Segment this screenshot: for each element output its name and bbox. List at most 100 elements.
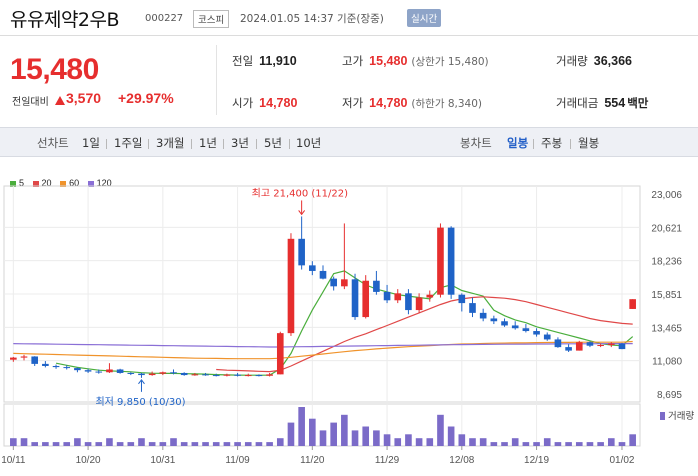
candle-body bbox=[148, 373, 156, 376]
volume-legend-label: 거래량 bbox=[668, 411, 695, 422]
candle-body bbox=[42, 363, 49, 366]
volume-bar bbox=[106, 438, 113, 446]
volume-bar bbox=[533, 442, 540, 446]
candle-body bbox=[618, 343, 626, 350]
candle-body bbox=[319, 270, 327, 279]
volume-bar bbox=[490, 442, 498, 446]
candle-body bbox=[554, 339, 562, 348]
volume-bar bbox=[287, 422, 295, 446]
candle-body bbox=[415, 297, 423, 311]
volume-bar bbox=[351, 430, 359, 446]
volume-bar bbox=[255, 442, 263, 446]
volume-bar bbox=[586, 442, 594, 446]
candle-body bbox=[31, 356, 39, 364]
y-axis: 23,006 20,621 18,236 15,851 13,465 11,080 8,69… bbox=[651, 190, 682, 401]
candle-body bbox=[10, 357, 17, 360]
volume-bar bbox=[511, 438, 519, 446]
volume-bar bbox=[266, 442, 273, 446]
y-tick-label: 23,006 bbox=[651, 190, 682, 201]
volume-swatch bbox=[660, 412, 665, 420]
volume-bar bbox=[405, 434, 412, 446]
x-tick-label: 01/02 bbox=[609, 455, 634, 466]
candle-body bbox=[437, 227, 444, 295]
volume-bar bbox=[74, 438, 81, 446]
volume-bar bbox=[554, 442, 562, 446]
candle-body bbox=[565, 347, 572, 351]
candle-body bbox=[116, 369, 124, 373]
y-tick-label: 15,851 bbox=[651, 290, 682, 301]
candle-body bbox=[405, 293, 412, 311]
x-tick-label: 11/09 bbox=[225, 455, 250, 466]
volume-bar bbox=[202, 442, 209, 446]
volume-bar bbox=[426, 438, 434, 446]
candle-body bbox=[159, 372, 167, 374]
high-annotation: 최고 21,400 (11/22) bbox=[252, 187, 348, 199]
volume-bar bbox=[127, 442, 135, 446]
candle-body bbox=[383, 291, 391, 301]
candle-body bbox=[276, 333, 284, 375]
volume-bar bbox=[223, 442, 231, 446]
candle-body bbox=[84, 370, 92, 372]
volume-bar bbox=[394, 438, 402, 446]
volume-bar bbox=[159, 442, 167, 446]
volume-bar bbox=[309, 418, 316, 446]
volume-bar bbox=[447, 426, 455, 446]
candle-body bbox=[330, 278, 337, 287]
candle-body bbox=[394, 293, 402, 301]
x-tick-label: 12/19 bbox=[524, 455, 549, 466]
candle-body bbox=[469, 303, 476, 313]
candle-body bbox=[575, 342, 583, 351]
candle-body bbox=[255, 375, 263, 377]
candle-body bbox=[501, 321, 508, 326]
candle-body bbox=[138, 373, 145, 376]
x-tick-label: 10/11 bbox=[1, 455, 26, 466]
volume-bar bbox=[373, 430, 380, 446]
candle-body bbox=[479, 312, 487, 319]
y-tick-label: 18,236 bbox=[651, 257, 682, 268]
candlestick-chart[interactable]: 23,006 20,621 18,236 15,851 13,465 11,080 8,69… bbox=[0, 0, 698, 476]
candle-body bbox=[223, 374, 231, 376]
volume-bar bbox=[191, 442, 199, 446]
volume-bar bbox=[95, 442, 103, 446]
candle-body bbox=[20, 356, 28, 358]
volume-bar bbox=[607, 438, 615, 446]
candle-body bbox=[52, 365, 60, 368]
volume-bar bbox=[618, 442, 626, 446]
volume-bar bbox=[383, 434, 391, 446]
candle-body bbox=[341, 279, 348, 287]
volume-bar bbox=[330, 422, 337, 446]
volume-bar bbox=[234, 442, 241, 446]
candle-body bbox=[447, 227, 455, 295]
volume-bar bbox=[341, 414, 348, 446]
candle-body bbox=[597, 345, 604, 347]
volume-bar bbox=[362, 426, 370, 446]
candle-body bbox=[266, 374, 273, 376]
x-tick-label: 12/08 bbox=[449, 455, 474, 466]
volume-bar bbox=[148, 442, 156, 446]
candle-body bbox=[522, 328, 530, 332]
moving-average-lines bbox=[13, 270, 634, 376]
volume-bar bbox=[212, 442, 220, 446]
candle-body bbox=[63, 367, 71, 369]
x-tick-label: 11/20 bbox=[300, 455, 325, 466]
volume-bar bbox=[10, 438, 17, 446]
volume-bar bbox=[42, 442, 49, 446]
x-tick-label: 10/20 bbox=[76, 455, 101, 466]
low-annotation: 최저 9,850 (10/30) bbox=[95, 396, 185, 408]
volume-bar bbox=[575, 442, 583, 446]
y-tick-label: 8,695 bbox=[657, 390, 682, 401]
volume-bar bbox=[629, 434, 636, 446]
candle-body bbox=[202, 374, 209, 376]
candle-body bbox=[106, 369, 113, 373]
candle-body bbox=[191, 374, 199, 376]
volume-bar bbox=[597, 442, 604, 446]
candle-body bbox=[426, 294, 434, 298]
volume-bar bbox=[479, 438, 487, 446]
volume-bar bbox=[415, 438, 423, 446]
volume-bar bbox=[52, 442, 60, 446]
y-tick-label: 11,080 bbox=[652, 357, 682, 368]
candle-body bbox=[287, 238, 295, 334]
volume-bar bbox=[469, 438, 476, 446]
candle-body bbox=[74, 368, 81, 371]
candle-body bbox=[298, 238, 305, 266]
